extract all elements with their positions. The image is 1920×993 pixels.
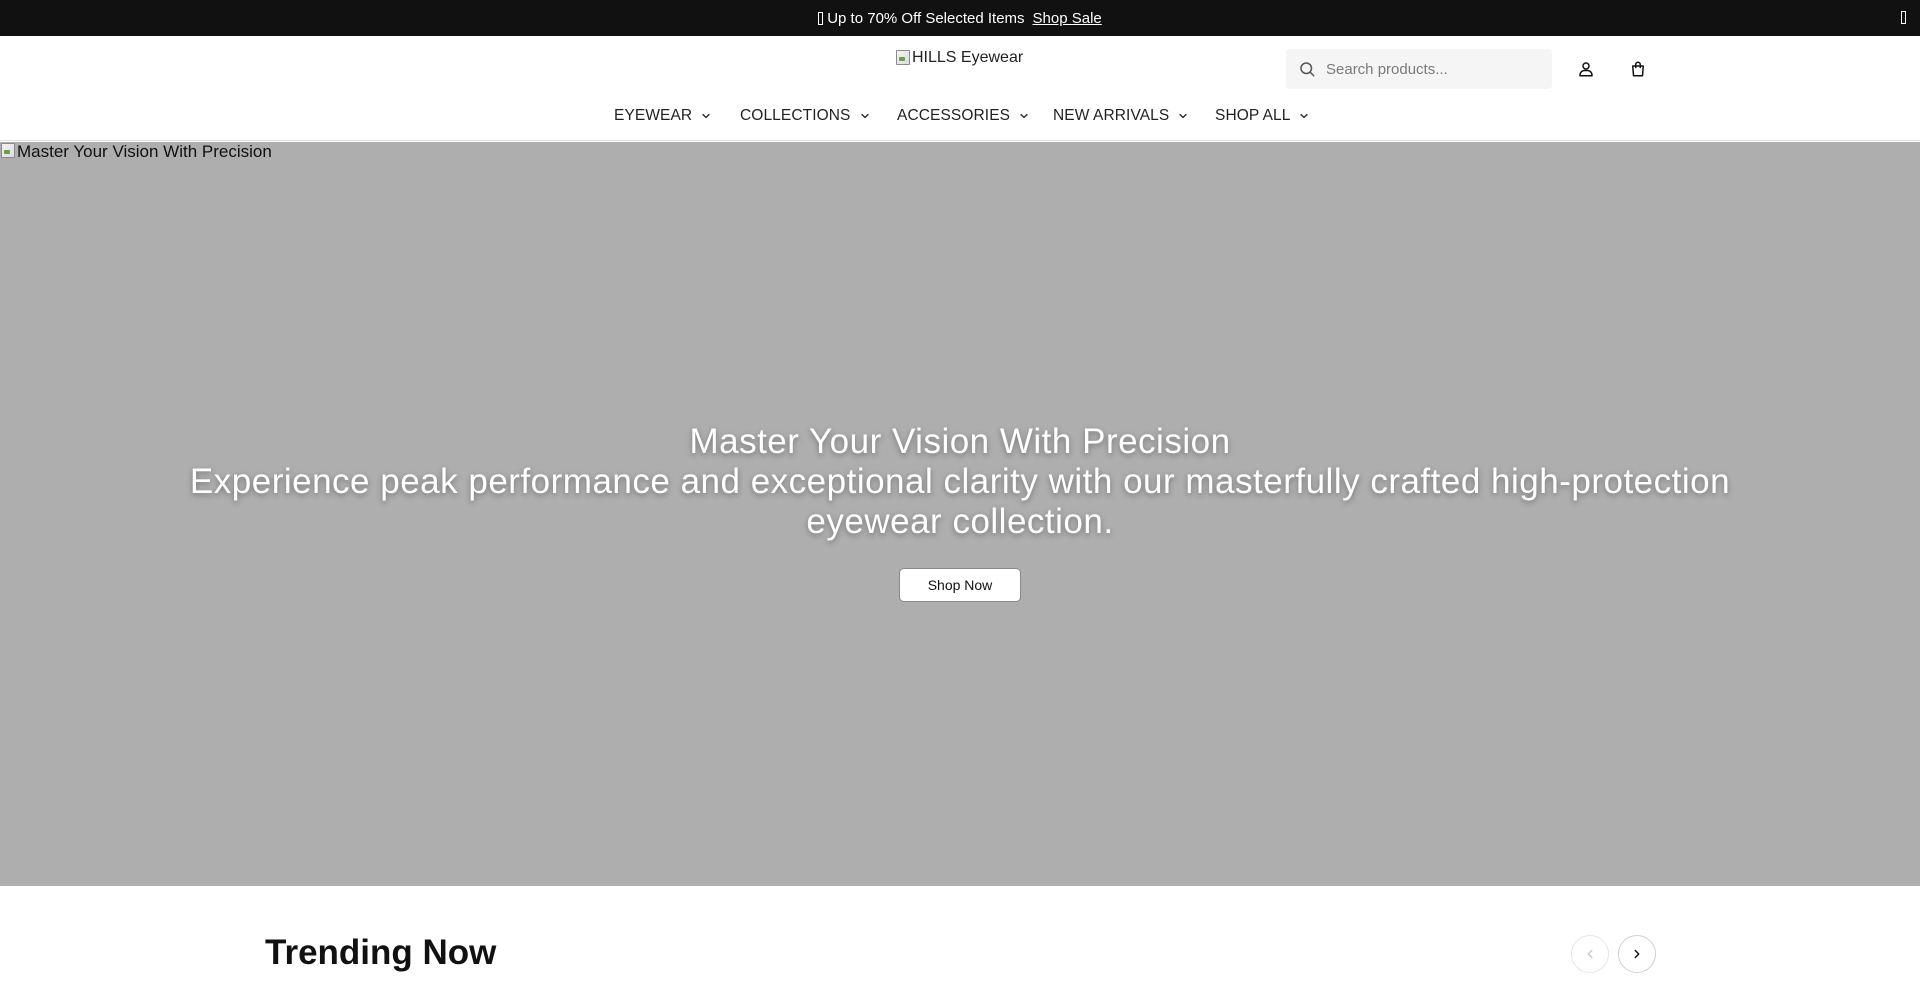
nav-item-label: SHOP ALL [1215, 107, 1291, 124]
cart-button[interactable] [1625, 56, 1651, 82]
nav-item-accessories[interactable]: ACCESSORIES [897, 99, 1030, 133]
nav-item-new-arrivals[interactable]: NEW ARRIVALS [1053, 99, 1189, 133]
broken-image-icon [0, 142, 16, 158]
search-box[interactable] [1286, 49, 1552, 89]
missing-glyph-icon [818, 11, 824, 25]
close-announcement-button[interactable] [1901, 11, 1906, 24]
nav-item-label: EYEWEAR [614, 107, 693, 124]
shop-now-button[interactable]: Shop Now [899, 568, 1021, 602]
announcement-bar: Up to 70% Off Selected Items Shop Sale [0, 0, 1920, 36]
carousel-prev-button[interactable] [1571, 935, 1609, 973]
shopping-bag-icon [1632, 61, 1644, 77]
trending-title: Trending Now [265, 933, 497, 972]
nav-item-label: COLLECTIONS [740, 107, 851, 124]
broken-image-icon [895, 49, 911, 65]
hero-subtitle: Experience peak performance and exceptio… [189, 462, 1731, 541]
main-nav: EYEWEAR COLLECTIONS ACCESSORIES NEW ARRI… [0, 99, 1920, 133]
chevron-left-icon [1587, 949, 1593, 959]
search-icon [1300, 62, 1315, 77]
hero-image-alt-text: Master Your Vision With Precision [17, 142, 272, 161]
nav-item-eyewear[interactable]: EYEWEAR [614, 99, 712, 133]
hero-image: Master Your Vision With Precision [0, 142, 272, 162]
chevron-down-icon [1020, 113, 1028, 119]
announcement-text: Up to 70% Off Selected Items [827, 9, 1025, 27]
shop-sale-link[interactable]: Shop Sale [1033, 10, 1102, 27]
user-icon [1579, 62, 1593, 77]
nav-item-collections[interactable]: COLLECTIONS [740, 99, 871, 133]
chevron-right-icon [1634, 949, 1640, 959]
logo-alt-text: HILLS Eyewear [912, 49, 1024, 66]
nav-item-shop-all[interactable]: SHOP ALL [1215, 99, 1310, 133]
logo[interactable]: HILLS Eyewear [895, 49, 1023, 67]
hero-title: Master Your Vision With Precision [689, 422, 1231, 461]
chevron-down-icon [860, 113, 869, 119]
site-header: HILLS Eyewear EYEWEAR COLLECTIONS ACCE [0, 36, 1920, 141]
account-button[interactable] [1573, 56, 1599, 82]
hero-content: Master Your Vision With Precision Experi… [0, 422, 1920, 602]
nav-item-label: ACCESSORIES [897, 107, 1011, 124]
nav-item-label: NEW ARRIVALS [1053, 107, 1170, 124]
chevron-down-icon [702, 113, 710, 119]
carousel-next-button[interactable] [1618, 935, 1656, 973]
hero-banner: Master Your Vision With Precision Master… [0, 142, 1920, 886]
chevron-down-icon [1300, 113, 1309, 119]
search-input[interactable] [1326, 60, 1536, 78]
chevron-down-icon [1179, 113, 1187, 119]
